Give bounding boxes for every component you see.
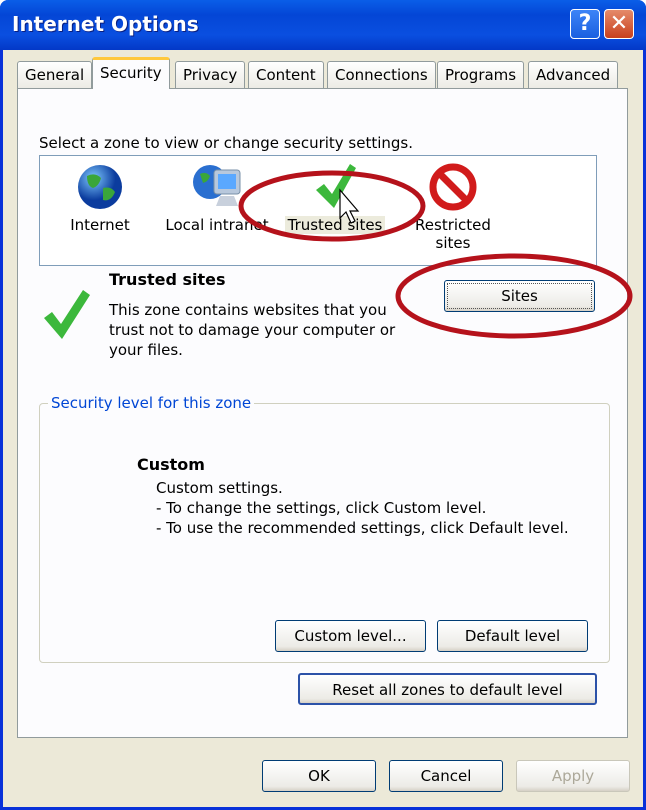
level-description: Custom settings. - To change the setting… — [156, 478, 569, 538]
tab-general[interactable]: General — [17, 61, 93, 88]
restricted-icon — [429, 163, 477, 211]
custom-level-button[interactable]: Custom level... — [275, 620, 426, 652]
zone-desc-line: This zone contains websites that you — [109, 301, 387, 319]
tab-connections[interactable]: Connections — [327, 61, 436, 88]
cancel-button[interactable]: Cancel — [389, 760, 503, 792]
zone-restricted-sites[interactable]: Restricted sites — [408, 162, 498, 252]
ok-button[interactable]: OK — [262, 760, 376, 792]
tab-advanced[interactable]: Advanced — [528, 61, 619, 88]
tab-security[interactable]: Security — [92, 57, 170, 89]
close-button[interactable]: ✕ — [604, 9, 634, 39]
checkmark-icon — [316, 164, 356, 208]
level-desc-line: - To change the settings, click Custom l… — [156, 499, 487, 517]
zone-label: Local intranet — [165, 216, 269, 234]
level-desc-line: Custom settings. — [156, 479, 283, 497]
zone-title: Trusted sites — [109, 270, 226, 289]
help-button[interactable]: ? — [570, 9, 600, 39]
zone-label: sites — [435, 234, 471, 252]
security-level-group-label: Security level for this zone — [48, 394, 255, 412]
tab-programs[interactable]: Programs — [437, 61, 525, 88]
level-desc-line: - To use the recommended settings, click… — [156, 519, 569, 537]
zone-internet[interactable]: Internet — [60, 162, 140, 234]
checkmark-icon — [44, 290, 90, 339]
sites-button[interactable]: Sites — [444, 280, 595, 312]
zone-trusted-sites[interactable]: Trusted sites — [285, 162, 385, 234]
title-bar: Internet Options ? ✕ — [0, 0, 646, 50]
level-name: Custom — [137, 455, 205, 474]
intranet-icon — [193, 165, 241, 206]
globe-icon — [78, 165, 122, 209]
tab-privacy[interactable]: Privacy — [175, 61, 246, 88]
zone-list: Internet Local intranet Trusted sites Re… — [39, 155, 597, 266]
zone-prompt: Select a zone to view or change security… — [39, 134, 414, 152]
default-level-button[interactable]: Default level — [437, 620, 588, 652]
reset-all-zones-button[interactable]: Reset all zones to default level — [298, 673, 597, 705]
zone-desc-line: your files. — [109, 341, 183, 359]
zone-desc-line: trust not to damage your computer or — [109, 321, 396, 339]
zone-label: Internet — [70, 216, 130, 234]
window-title: Internet Options — [12, 12, 199, 36]
zone-description: This zone contains websites that you tru… — [109, 300, 395, 360]
zone-label: Trusted sites — [285, 216, 385, 234]
tab-content[interactable]: Content — [248, 61, 324, 88]
zone-local-intranet[interactable]: Local intranet — [162, 162, 272, 234]
zone-label: Restricted — [415, 216, 491, 234]
apply-button[interactable]: Apply — [516, 760, 630, 792]
